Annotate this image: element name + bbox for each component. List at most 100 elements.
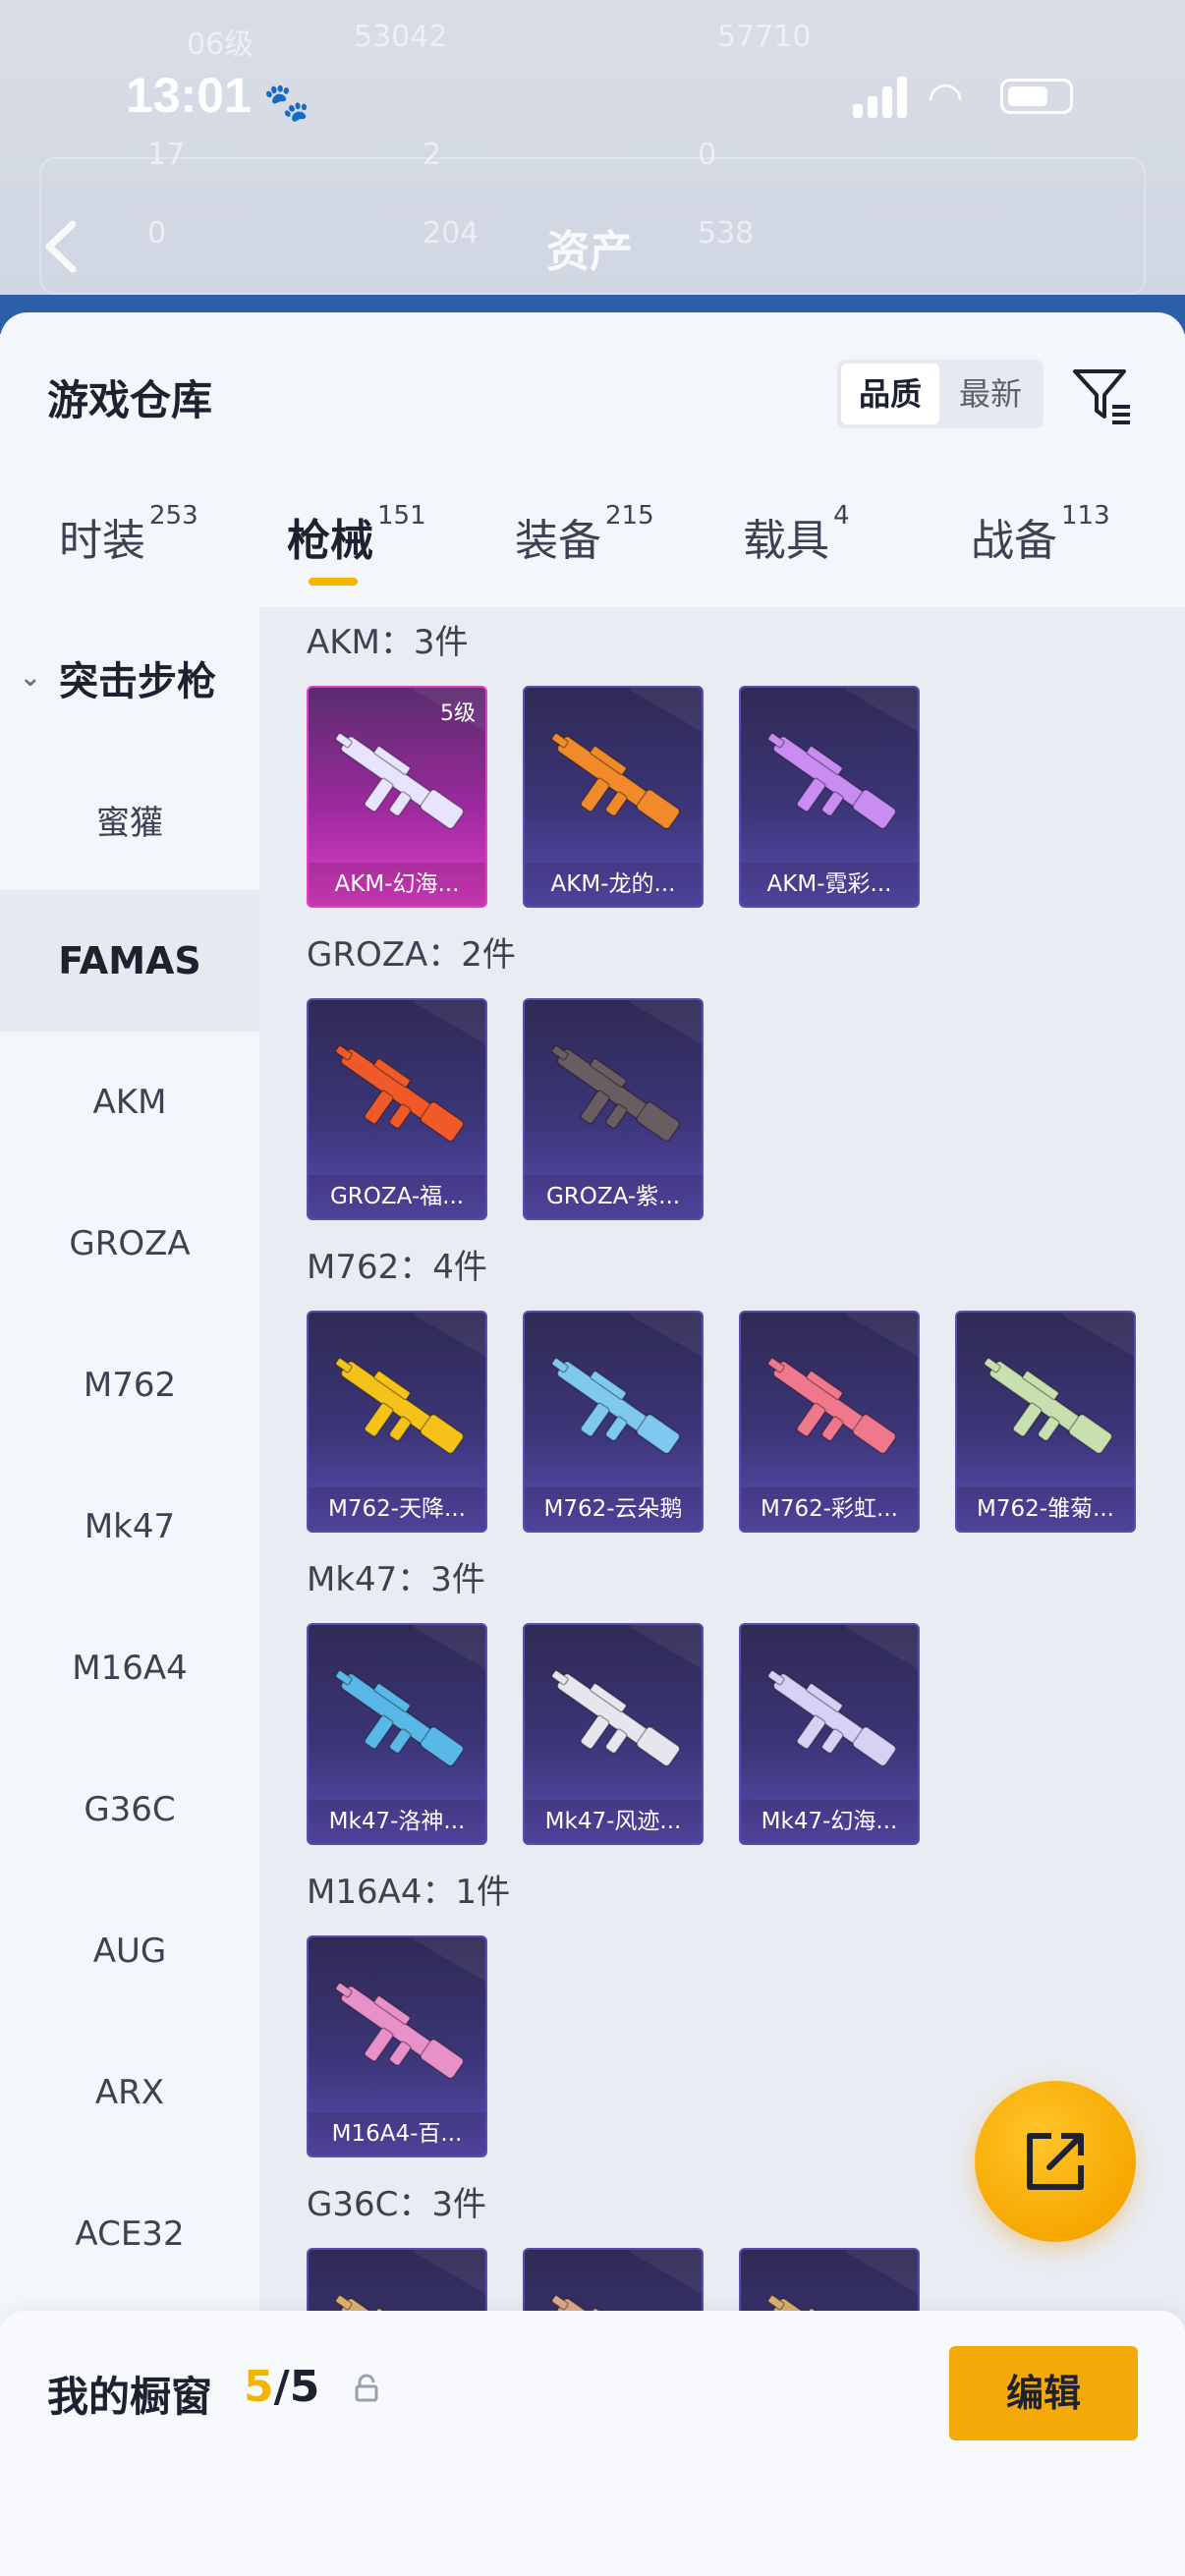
weapon-skin-card[interactable]: M16A4-百... (307, 1935, 487, 2157)
sidebar-group-label: 突击步枪 (59, 659, 216, 704)
sidebar-item-label: ARX (94, 2073, 165, 2112)
rifle-icon (335, 1044, 465, 1143)
section-header: GROZA：2件 (307, 935, 516, 975)
skin-name: AKM-龙的... (525, 863, 702, 906)
rifle-icon (767, 1669, 897, 1767)
tab-count: 113 (1061, 501, 1110, 531)
active-tab-indicator (309, 578, 358, 586)
ghost-value: 57710 (717, 20, 812, 54)
ghost-value: 17 (147, 138, 186, 172)
status-bar: 13:01 🐾 ◠ (0, 59, 1185, 138)
skin-name: Mk47-风迹... (525, 1800, 702, 1843)
tab-guns[interactable]: 枪械 151 (287, 501, 426, 593)
share-icon (1027, 2133, 1084, 2190)
sidebar-item[interactable]: AKM (0, 1032, 259, 1173)
skin-name: M16A4-百... (309, 2112, 485, 2156)
assets-title: 资产 (546, 227, 633, 277)
sidebar-item[interactable]: ARX (0, 2022, 259, 2163)
tab-label: 时装 (59, 516, 145, 566)
skin-name: Mk47-洛神... (309, 1800, 485, 1843)
tab-count: 253 (149, 501, 198, 531)
sidebar-item-label: ACE32 (75, 2214, 185, 2254)
showcase-label: 我的橱窗 (47, 2373, 213, 2421)
weapon-skin-card[interactable]: M762-彩虹... (739, 1311, 920, 1533)
weapon-skin-card[interactable]: M762-天降... (307, 1311, 487, 1533)
section-header: AKM：3件 (307, 623, 469, 662)
sidebar-item-label: AKM (92, 1083, 167, 1122)
sidebar-item[interactable]: M762 (0, 1315, 259, 1456)
weapon-skin-card[interactable]: 5级 AKM-幻海... (307, 686, 487, 908)
weapon-skin-card[interactable]: M762-雏菊... (955, 1311, 1136, 1533)
section-header: G36C：3件 (307, 2185, 486, 2224)
rifle-icon (551, 732, 681, 830)
filter-icon[interactable] (1069, 362, 1134, 426)
sidebar-item-label: AUG (92, 1932, 167, 1971)
sidebar-item-label: GROZA (69, 1224, 191, 1263)
ghost-value: 538 (698, 216, 755, 251)
weapon-skin-card[interactable]: Mk47-幻海... (739, 1623, 920, 1845)
rifle-icon (767, 732, 897, 830)
battery-icon (1000, 79, 1073, 114)
tab-supplies[interactable]: 战备 113 (971, 501, 1110, 593)
showcase-max: 5 (289, 2362, 320, 2412)
tab-count: 151 (377, 501, 426, 531)
weapon-skin-card[interactable]: GROZA-紫... (523, 998, 704, 1220)
showcase-count: 5/5 (244, 2362, 319, 2412)
sidebar-item[interactable]: 蜜獾 (0, 749, 259, 890)
sidebar-item-label: M762 (83, 1366, 177, 1405)
tab-fashion[interactable]: 时装 253 (59, 501, 198, 593)
lock-icon[interactable] (352, 2374, 381, 2403)
rifle-icon (335, 1669, 465, 1767)
rifle-icon (551, 1044, 681, 1143)
tab-count: 215 (605, 501, 654, 531)
rifle-icon (335, 732, 465, 830)
sidebar-item-label: M16A4 (72, 1649, 188, 1688)
rifle-icon (335, 1357, 465, 1455)
signal-icon (853, 75, 908, 118)
sidebar-item[interactable]: AUG (0, 1880, 259, 2022)
sidebar-item-label: Mk47 (84, 1507, 176, 1546)
tab-label: 装备 (515, 516, 601, 566)
section-header: Mk47：3件 (307, 1560, 485, 1599)
skin-name: Mk47-幻海... (741, 1800, 918, 1843)
edit-button[interactable]: 编辑 (949, 2346, 1138, 2440)
sidebar-item[interactable]: G36C (0, 1739, 259, 1880)
weapon-type-sidebar: ⌄ 突击步枪 蜜獾 FAMAS AKM GROZA M762 Mk47 M16A… (0, 607, 259, 2576)
warehouse-sheet: 游戏仓库 品质 最新 时装 253 枪械 151 装备 215 载具 4 战备 113 ⌄ (0, 312, 1185, 2576)
sidebar-item[interactable]: ACE32 (0, 2163, 259, 2305)
level-badge: 5级 (440, 701, 476, 726)
tab-vehicles[interactable]: 载具 4 (743, 501, 850, 593)
section-header: M762：4件 (307, 1248, 487, 1287)
ghost-value: 53042 (354, 20, 448, 54)
weapon-skin-card[interactable]: Mk47-风迹... (523, 1623, 704, 1845)
weapon-skin-card[interactable]: AKM-龙的... (523, 686, 704, 908)
weapon-skin-card[interactable]: GROZA-福... (307, 998, 487, 1220)
skin-name: M762-彩虹... (741, 1487, 918, 1531)
sort-quality-button[interactable]: 品质 (841, 364, 939, 424)
sidebar-item[interactable]: GROZA (0, 1173, 259, 1315)
showcase-current: 5 (244, 2362, 274, 2412)
sidebar-group-assault-rifles[interactable]: ⌄ 突击步枪 (0, 607, 259, 749)
rifle-icon (551, 1357, 681, 1455)
share-button[interactable] (975, 2081, 1136, 2242)
tab-equipment[interactable]: 装备 215 (515, 501, 654, 593)
weapon-skin-card[interactable]: M762-云朵鹅 (523, 1311, 704, 1533)
sidebar-item[interactable]: M16A4 (0, 1597, 259, 1739)
sort-newest-button[interactable]: 最新 (941, 364, 1040, 424)
skin-name: AKM-霓彩... (741, 863, 918, 906)
tab-label: 战备 (971, 516, 1057, 566)
rifle-icon (984, 1357, 1113, 1455)
weapon-skin-card[interactable]: Mk47-洛神... (307, 1623, 487, 1845)
skin-name: M762-天降... (309, 1487, 485, 1531)
tab-label: 载具 (743, 516, 829, 566)
skin-name: M762-云朵鹅 (525, 1487, 702, 1531)
back-chevron-icon[interactable] (41, 218, 81, 275)
section-header: M16A4：1件 (307, 1873, 511, 1912)
rifle-icon (335, 1982, 465, 2080)
paw-icon: 🐾 (263, 81, 310, 124)
ghost-value: 0 (147, 216, 167, 251)
sidebar-item-selected[interactable]: FAMAS (0, 890, 259, 1032)
sidebar-item[interactable]: Mk47 (0, 1456, 259, 1597)
status-time: 13:01 (126, 68, 252, 123)
weapon-skin-card[interactable]: AKM-霓彩... (739, 686, 920, 908)
